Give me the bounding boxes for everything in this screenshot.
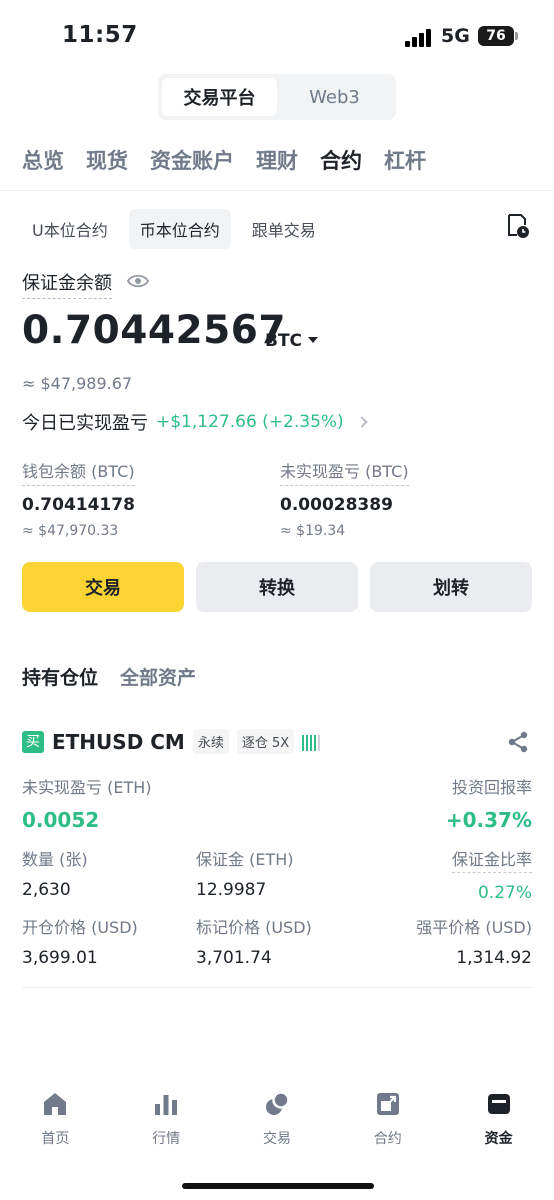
wallet-icon bbox=[487, 1094, 510, 1114]
nav-overview[interactable]: 总览 bbox=[22, 145, 64, 175]
history-icon[interactable] bbox=[506, 213, 530, 239]
markets-icon bbox=[155, 1095, 178, 1115]
margin-balance-value: 0.70442567 bbox=[22, 308, 287, 353]
transfer-button[interactable]: 划转 bbox=[370, 562, 532, 612]
position-entry-label: 开仓价格 (USD) bbox=[22, 918, 138, 937]
unrealized-pnl-usd: ≈ $19.34 bbox=[280, 523, 346, 539]
futures-icon bbox=[376, 1093, 399, 1115]
adl-indicator-icon bbox=[302, 733, 321, 751]
main-nav: 总览 现货 资金账户 理财 合约 杠杆 bbox=[22, 145, 426, 175]
position-roi-label: 投资回报率 bbox=[451, 778, 532, 797]
nav-funding[interactable]: 资金账户 bbox=[150, 145, 234, 175]
position-header[interactable]: 买 ETHUSD CM 永续 逐仓 5X bbox=[22, 729, 321, 754]
wallet-balance-label: 钱包余额 (BTC) bbox=[22, 458, 135, 486]
chevron-right-icon bbox=[356, 416, 368, 428]
position-mark-label: 标记价格 (USD) bbox=[196, 918, 312, 937]
tab-copy-trading[interactable]: 跟单交易 bbox=[241, 209, 327, 249]
position-qty: 数量 (张) 2,630 bbox=[22, 846, 88, 900]
position-roi: 投资回报率 +0.37% bbox=[446, 774, 532, 832]
platform-switch: 交易平台 Web3 bbox=[158, 74, 396, 120]
battery-cap bbox=[515, 32, 518, 40]
position-entry-price: 开仓价格 (USD) 3,699.01 bbox=[22, 914, 138, 968]
balance-usd: ≈ $47,989.67 bbox=[22, 374, 133, 393]
position-symbol: ETHUSD CM bbox=[52, 729, 185, 754]
tab-exchange[interactable]: 交易平台 bbox=[162, 78, 277, 116]
position-margin: 保证金 (ETH) 12.9987 bbox=[196, 846, 294, 900]
convert-button[interactable]: 转换 bbox=[196, 562, 358, 612]
position-margin-label: 保证金 (ETH) bbox=[196, 850, 294, 869]
balance-unit-select[interactable]: BTC bbox=[265, 331, 302, 351]
position-mark-price: 标记价格 (USD) 3,701.74 bbox=[196, 914, 312, 968]
action-buttons: 交易 转换 划转 bbox=[22, 562, 532, 612]
position-qty-label: 数量 (张) bbox=[22, 850, 88, 869]
home-icon bbox=[44, 1093, 67, 1115]
bottom-nav-trade[interactable]: 交易 bbox=[222, 1090, 333, 1160]
tab-coinm-futures[interactable]: 币本位合约 bbox=[128, 209, 231, 249]
home-indicator bbox=[182, 1183, 374, 1189]
wallet-balance: 钱包余额 (BTC) 0.70414178 ≈ $47,970.33 bbox=[22, 458, 135, 539]
bottom-nav-wallet[interactable]: 资金 bbox=[443, 1090, 554, 1160]
trade-button[interactable]: 交易 bbox=[22, 562, 184, 612]
share-icon[interactable] bbox=[506, 730, 530, 754]
nav-earn[interactable]: 理财 bbox=[256, 145, 298, 175]
unrealized-pnl: 未实现盈亏 (BTC) 0.00028389 ≈ $19.34 bbox=[280, 458, 409, 539]
today-pnl-value: +$1,127.66 (+2.35%) bbox=[156, 412, 344, 432]
bottom-nav-home[interactable]: 首页 bbox=[0, 1090, 111, 1160]
position-qty-value: 2,630 bbox=[22, 880, 71, 900]
tab-all-assets[interactable]: 全部资产 bbox=[120, 663, 196, 690]
status-time: 11:57 bbox=[62, 22, 138, 48]
unrealized-pnl-value: 0.00028389 bbox=[280, 495, 393, 515]
bottom-nav-futures[interactable]: 合约 bbox=[332, 1090, 443, 1160]
side-badge: 买 bbox=[22, 730, 44, 753]
margin-mode-tag: 逐仓 5X bbox=[236, 729, 295, 754]
nav-divider bbox=[0, 190, 554, 191]
tab-usdm-futures[interactable]: U本位合约 bbox=[22, 209, 119, 249]
trade-icon bbox=[265, 1091, 290, 1115]
bottom-nav-markets[interactable]: 行情 bbox=[111, 1090, 222, 1160]
position-liq-price: 强平价格 (USD) 1,314.92 bbox=[416, 914, 532, 968]
today-pnl-row[interactable]: 今日已实现盈亏 +$1,127.66 (+2.35%) bbox=[22, 409, 368, 435]
wallet-balance-value: 0.70414178 bbox=[22, 495, 135, 515]
margin-balance-label: 保证金余额 bbox=[22, 269, 112, 299]
position-unrealized-label: 未实现盈亏 (ETH) bbox=[22, 778, 152, 797]
bottom-nav-futures-label: 合约 bbox=[373, 1131, 402, 1147]
status-bar: 11:57 5G 76 bbox=[0, 0, 554, 74]
today-pnl-label: 今日已实现盈亏 bbox=[22, 413, 148, 434]
bottom-nav-markets-label: 行情 bbox=[152, 1131, 181, 1147]
battery-icon: 76 bbox=[478, 26, 514, 46]
card-divider bbox=[22, 987, 532, 988]
position-margin-ratio: 保证金比率 0.27% bbox=[451, 846, 532, 903]
signal-icon bbox=[405, 29, 435, 47]
tab-positions[interactable]: 持有仓位 bbox=[22, 663, 98, 690]
tab-web3[interactable]: Web3 bbox=[277, 78, 392, 116]
nav-margin[interactable]: 杠杆 bbox=[384, 145, 426, 175]
position-margin-ratio-label: 保证金比率 bbox=[451, 846, 532, 873]
position-unrealized: 未实现盈亏 (ETH) 0.0052 bbox=[22, 774, 152, 832]
bottom-nav-trade-label: 交易 bbox=[262, 1131, 291, 1147]
eye-icon[interactable] bbox=[127, 272, 149, 290]
position-margin-value: 12.9987 bbox=[196, 880, 267, 900]
nav-futures[interactable]: 合约 bbox=[320, 145, 362, 175]
caret-down-icon[interactable] bbox=[308, 337, 318, 343]
position-margin-ratio-value: 0.27% bbox=[477, 883, 532, 903]
position-liq-value: 1,314.92 bbox=[456, 948, 532, 968]
nav-spot[interactable]: 现货 bbox=[86, 145, 128, 175]
bottom-nav-wallet-label: 资金 bbox=[484, 1131, 513, 1147]
network-type: 5G bbox=[441, 25, 470, 47]
position-tabs: 持有仓位 全部资产 bbox=[22, 663, 196, 690]
position-mark-value: 3,701.74 bbox=[196, 948, 272, 968]
position-liq-label: 强平价格 (USD) bbox=[416, 918, 532, 937]
unrealized-pnl-label: 未实现盈亏 (BTC) bbox=[280, 458, 409, 486]
bottom-nav-home-label: 首页 bbox=[41, 1131, 70, 1147]
futures-sub-tabs: U本位合约 币本位合约 跟单交易 bbox=[22, 209, 337, 249]
bottom-nav: 首页 行情 交易 合约 资金 bbox=[0, 1090, 554, 1160]
position-entry-value: 3,699.01 bbox=[22, 948, 98, 968]
position-roi-value: +0.37% bbox=[445, 808, 532, 832]
wallet-balance-usd: ≈ $47,970.33 bbox=[22, 523, 119, 539]
perpetual-tag: 永续 bbox=[192, 729, 229, 754]
position-unrealized-value: 0.0052 bbox=[22, 808, 100, 832]
